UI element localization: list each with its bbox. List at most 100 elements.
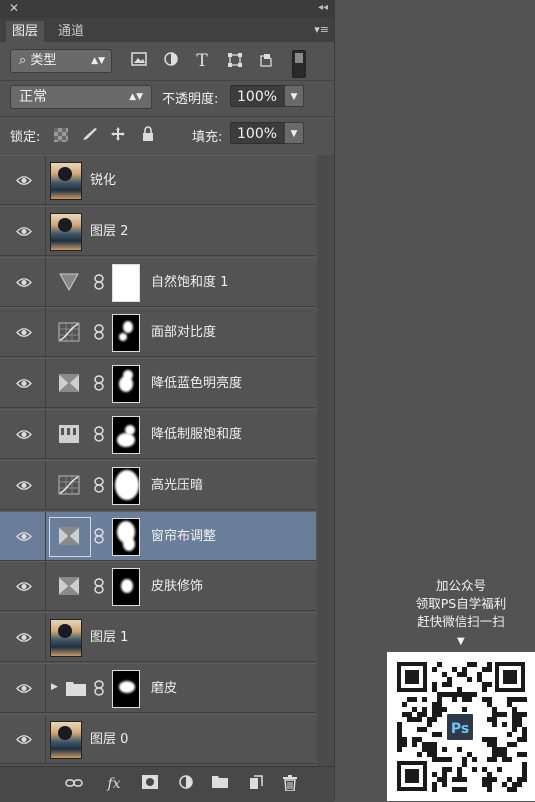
visibility-column[interactable]	[0, 308, 46, 357]
lock-all-icon[interactable]	[139, 126, 157, 144]
layer-row[interactable]: 锐化	[0, 155, 316, 205]
layer-mask-thumbnail[interactable]	[112, 517, 140, 556]
qr-module	[512, 787, 517, 792]
layer-row[interactable]: 图层 1	[0, 612, 316, 663]
mask-link-icon[interactable]	[93, 324, 105, 342]
eye-icon[interactable]	[16, 531, 32, 542]
layer-mask-thumbnail[interactable]	[112, 416, 140, 454]
fx-icon[interactable]: fx	[104, 775, 124, 793]
new-adjustment-icon[interactable]	[176, 775, 196, 793]
layer-row[interactable]: 自然饱和度 1	[0, 256, 316, 307]
eye-icon[interactable]	[16, 378, 32, 389]
close-icon[interactable]: ✕	[9, 1, 19, 15]
filter-row: ⌕ 类型 ▲▼ T	[0, 42, 334, 80]
mask-link-icon[interactable]	[93, 273, 105, 292]
eye-icon[interactable]	[16, 480, 32, 491]
layer-row[interactable]: 高光压暗	[0, 459, 316, 510]
new-layer-icon[interactable]	[246, 775, 266, 793]
layer-row[interactable]: 皮肤修饰	[0, 561, 316, 612]
link-layers-icon[interactable]	[64, 775, 84, 793]
shape-filter-icon[interactable]	[226, 52, 244, 70]
qr-module	[487, 667, 492, 672]
layer-mask-thumbnail[interactable]	[112, 263, 140, 302]
qr-module	[432, 717, 437, 722]
qr-module	[492, 722, 497, 727]
lock-transparent-pixels-icon[interactable]	[52, 126, 70, 144]
opacity-input[interactable]: 100%	[230, 85, 288, 107]
mask-link-icon[interactable]	[93, 527, 105, 546]
image-filter-icon[interactable]	[130, 52, 148, 70]
eye-icon[interactable]	[16, 277, 32, 288]
lock-image-pixels-icon[interactable]	[81, 126, 99, 144]
mask-link-icon[interactable]	[93, 680, 105, 698]
visibility-column[interactable]	[0, 359, 46, 408]
qr-module	[512, 727, 517, 732]
eye-icon[interactable]	[16, 226, 32, 237]
mask-link-icon[interactable]	[93, 375, 105, 393]
curves-adjustment-icon	[58, 322, 82, 344]
eye-icon[interactable]	[16, 734, 32, 745]
layer-row[interactable]: 窗帘布调整	[0, 510, 316, 561]
new-group-icon[interactable]	[210, 775, 230, 793]
filter-kind-select[interactable]: ⌕ 类型 ▲▼	[10, 49, 112, 73]
type-filter-icon[interactable]: T	[193, 52, 211, 70]
layer-row[interactable]: 面部对比度	[0, 307, 316, 358]
layer-mask-thumbnail[interactable]	[112, 670, 140, 708]
opacity-dropdown-button[interactable]: ▼	[284, 85, 304, 107]
qr-module	[472, 662, 477, 667]
qr-module	[462, 762, 467, 767]
mask-link-icon[interactable]	[93, 426, 105, 444]
add-mask-icon[interactable]	[140, 775, 160, 793]
eye-icon[interactable]	[16, 581, 32, 592]
visibility-column[interactable]	[0, 562, 46, 611]
eye-icon[interactable]	[16, 175, 32, 186]
tab-channels[interactable]: 通道	[52, 21, 90, 42]
ps-logo-badge: Ps	[445, 712, 475, 742]
blend-mode-select[interactable]: 正常 ▲▼	[10, 85, 152, 109]
visibility-column[interactable]	[0, 206, 46, 255]
scrollbar[interactable]	[317, 155, 334, 766]
visibility-column[interactable]	[0, 613, 46, 662]
layer-thumbnail	[50, 162, 82, 200]
layer-row[interactable]: 图层 0	[0, 713, 316, 764]
qr-module	[522, 712, 527, 717]
layer-name: 锐化	[90, 173, 117, 188]
visibility-column[interactable]	[0, 410, 46, 458]
layer-row[interactable]: 降低蓝色明亮度	[0, 358, 316, 409]
visibility-column[interactable]	[0, 156, 46, 204]
visibility-column[interactable]	[0, 511, 46, 560]
eye-icon[interactable]	[16, 632, 32, 643]
layer-row[interactable]: 图层 2	[0, 205, 316, 256]
qr-module	[507, 757, 512, 762]
visibility-column[interactable]	[0, 460, 46, 509]
layer-row[interactable]: 降低制服饱和度	[0, 409, 316, 459]
eye-icon[interactable]	[16, 327, 32, 338]
layer-mask-thumbnail[interactable]	[112, 365, 140, 404]
visibility-column[interactable]	[0, 714, 46, 763]
collapse-icon[interactable]: ◂◂	[318, 2, 328, 13]
hsl-adjustment-icon	[49, 516, 91, 557]
fill-input[interactable]: 100%	[230, 122, 288, 144]
panel-menu-icon[interactable]: ▾≡	[314, 23, 329, 36]
eye-icon[interactable]	[16, 683, 32, 694]
fill-dropdown-button[interactable]: ▼	[284, 122, 304, 144]
tab-layers[interactable]: 图层	[6, 21, 45, 42]
filter-toggle-switch[interactable]	[292, 50, 306, 78]
smart-object-filter-icon[interactable]	[257, 52, 275, 70]
layer-mask-thumbnail[interactable]	[112, 466, 140, 505]
mask-link-icon[interactable]	[93, 578, 105, 596]
layer-row[interactable]: ▶ 磨皮	[0, 663, 316, 713]
eye-icon[interactable]	[16, 429, 32, 440]
hsl-adjustment-icon	[58, 576, 82, 598]
visibility-column[interactable]	[0, 664, 46, 712]
trash-icon[interactable]	[280, 775, 300, 793]
qr-module	[502, 722, 507, 727]
adjustment-filter-icon[interactable]	[162, 52, 180, 70]
lock-position-icon[interactable]	[109, 126, 127, 144]
layer-mask-thumbnail[interactable]	[112, 568, 140, 607]
mask-link-icon[interactable]	[93, 477, 105, 495]
layer-mask-thumbnail[interactable]	[112, 314, 140, 353]
folder-icon	[66, 681, 86, 700]
expand-arrow-icon[interactable]: ▶	[51, 682, 58, 692]
visibility-column[interactable]	[0, 257, 46, 306]
